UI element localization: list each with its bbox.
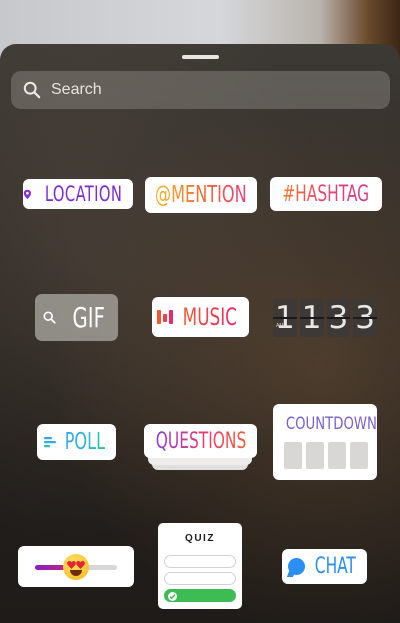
search-bar[interactable]: Search <box>11 71 390 109</box>
tray-grabber-handle[interactable] <box>182 55 219 59</box>
time-digit: 3 <box>353 299 377 337</box>
search-placeholder: Search <box>51 81 102 98</box>
chat-bubble-icon <box>287 558 305 575</box>
questions-sticker[interactable]: QUESTIONS <box>144 424 257 458</box>
search-icon <box>23 81 41 99</box>
music-icon <box>157 310 174 324</box>
search-icon <box>43 311 56 324</box>
music-sticker[interactable]: MUSIC <box>152 297 249 337</box>
time-period: AM <box>276 323 284 329</box>
location-pin-icon <box>23 189 32 199</box>
questions-label: QUESTIONS <box>155 428 246 454</box>
time-sticker[interactable]: 1 1 3 3 <box>273 299 377 337</box>
poll-label: POLL <box>64 429 105 455</box>
countdown-boxes <box>284 442 368 469</box>
countdown-box <box>284 442 302 469</box>
countdown-box <box>350 442 368 469</box>
heart-eyes-emoji-icon <box>63 554 89 580</box>
mention-sticker[interactable]: @MENTION <box>145 177 257 213</box>
countdown-box <box>328 442 346 469</box>
location-label: LOCATION <box>44 182 123 206</box>
gif-sticker[interactable]: GIF <box>35 294 118 341</box>
hashtag-label: #HASHTAG <box>282 181 370 207</box>
poll-sticker[interactable]: POLL <box>37 424 116 460</box>
mention-label: @MENTION <box>155 182 247 208</box>
time-digit: 3 <box>326 299 351 337</box>
quiz-option <box>164 572 236 585</box>
countdown-box <box>306 442 324 469</box>
time-digit: 1 <box>299 299 324 337</box>
music-label: MUSIC <box>182 303 238 331</box>
quiz-title: QUIZ <box>185 533 215 544</box>
quiz-sticker[interactable]: QUIZ <box>158 523 242 609</box>
chat-label: CHAT <box>314 554 356 579</box>
check-icon <box>168 592 177 601</box>
chat-sticker[interactable]: CHAT <box>282 549 367 584</box>
gif-label: GIF <box>72 301 106 334</box>
quiz-option <box>164 555 236 568</box>
countdown-label: COUNTDOWN <box>285 414 377 434</box>
hashtag-sticker[interactable]: #HASHTAG <box>270 177 382 211</box>
quiz-option-correct <box>164 589 236 602</box>
time-digit: 1 <box>273 299 297 337</box>
location-sticker[interactable]: LOCATION <box>23 179 133 209</box>
countdown-sticker[interactable]: COUNTDOWN <box>273 404 377 480</box>
poll-icon <box>43 437 56 448</box>
emoji-slider-sticker[interactable] <box>18 546 134 587</box>
